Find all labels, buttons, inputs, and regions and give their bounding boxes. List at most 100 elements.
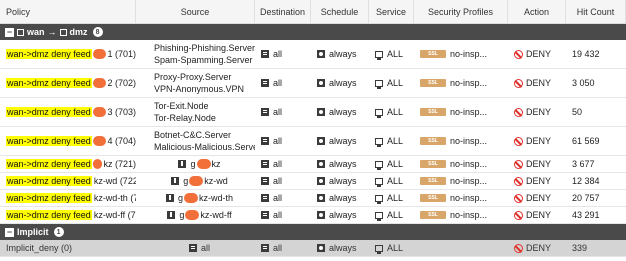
- col-header-schedule[interactable]: Schedule: [311, 0, 369, 23]
- address-icon: [261, 160, 269, 168]
- policy-cell[interactable]: wan->dmz deny feed kz-wd-th (723): [0, 190, 136, 206]
- interface-icon: [59, 28, 67, 36]
- source-value: g: [190, 159, 196, 169]
- schedule-icon: [317, 137, 325, 145]
- table-row-implicit[interactable]: Implicit_deny (0) all all always ALL DEN…: [0, 240, 626, 257]
- destination-cell: all: [255, 207, 311, 223]
- col-header-security-profiles[interactable]: Security Profiles: [414, 0, 508, 23]
- action-value: DENY: [526, 159, 552, 169]
- destination-value: all: [273, 243, 283, 253]
- source-value: kz: [211, 159, 221, 169]
- col-header-action[interactable]: Action: [508, 0, 566, 23]
- source-value: Phishing-Phishing.Server: [154, 43, 255, 53]
- schedule-value: always: [329, 176, 357, 186]
- col-header-source[interactable]: Source: [136, 0, 255, 23]
- service-cell: ALL: [369, 69, 414, 97]
- address-icon: [261, 194, 269, 202]
- source-cell: g kz: [136, 156, 255, 172]
- deny-icon: [514, 210, 523, 220]
- table-row[interactable]: wan->dmz deny feed 3 (703) Tor-Exit.Node…: [0, 98, 626, 127]
- schedule-cell: always: [311, 69, 369, 97]
- deny-icon: [514, 78, 523, 88]
- policy-id: kz (721): [103, 159, 136, 169]
- table-row[interactable]: wan->dmz deny feed kz-wd (722) g kz-wd a…: [0, 173, 626, 190]
- policy-name: wan->dmz deny feed: [6, 210, 92, 220]
- action-value: DENY: [526, 107, 552, 117]
- action-cell: DENY: [508, 69, 566, 97]
- policy-cell[interactable]: wan->dmz deny feed 4 (704): [0, 127, 136, 155]
- service-cell: ALL: [369, 190, 414, 206]
- hit-count: 12 384: [572, 176, 600, 186]
- policy-cell[interactable]: wan->dmz deny feed kz-wd (722): [0, 173, 136, 189]
- source-value: Botnet-C&C.Server: [154, 130, 232, 140]
- deny-icon: [514, 107, 523, 117]
- table-row[interactable]: wan->dmz deny feed kz-wd-ff (724) g kz-w…: [0, 207, 626, 224]
- service-value: ALL: [387, 210, 404, 220]
- policy-cell[interactable]: wan->dmz deny feed 1 (701): [0, 40, 136, 68]
- policy-id: kz-wd-th (723): [93, 193, 136, 203]
- policy-cell[interactable]: wan->dmz deny feed kz (721): [0, 156, 136, 172]
- action-value: DENY: [526, 210, 552, 220]
- policy-name: wan->dmz deny feed: [6, 193, 92, 203]
- action-cell: DENY: [508, 240, 566, 256]
- table-row[interactable]: wan->dmz deny feed 1 (701) Phishing-Phis…: [0, 40, 626, 69]
- policy-cell[interactable]: wan->dmz deny feed kz-wd-ff (724): [0, 207, 136, 223]
- policy-cell[interactable]: wan->dmz deny feed 2 (702): [0, 69, 136, 97]
- destination-value: all: [273, 176, 283, 186]
- policy-cell[interactable]: wan->dmz deny feed 3 (703): [0, 98, 136, 126]
- schedule-icon: [317, 50, 325, 58]
- service-value: ALL: [387, 176, 404, 186]
- collapse-icon[interactable]: −: [5, 27, 14, 37]
- source-cell: Tor-Exit.Node Tor-Relay.Node: [136, 98, 255, 126]
- collapse-icon[interactable]: −: [5, 227, 14, 237]
- table-row[interactable]: wan->dmz deny feed 2 (702) Proxy-Proxy.S…: [0, 69, 626, 98]
- source-value: g: [177, 193, 183, 203]
- policy-name: wan->dmz deny feed: [6, 136, 92, 146]
- destination-cell: all: [255, 173, 311, 189]
- destination-value: all: [273, 193, 283, 203]
- col-header-service[interactable]: Service: [369, 0, 414, 23]
- policy-name: wan->dmz deny feed: [6, 49, 92, 59]
- schedule-value: always: [329, 136, 357, 146]
- service-value: ALL: [387, 107, 404, 117]
- table-row[interactable]: wan->dmz deny feed kz-wd-th (723) g kz-w…: [0, 190, 626, 207]
- address-icon: [261, 244, 269, 252]
- profiles-cell: SSL no-insp...: [414, 127, 508, 155]
- profile-value: no-insp...: [450, 107, 488, 117]
- section-wan-dmz[interactable]: − wan → dmz 8: [0, 24, 626, 40]
- service-icon: [375, 108, 383, 118]
- table-row[interactable]: wan->dmz deny feed 4 (704) Botnet-C&C.Se…: [0, 127, 626, 156]
- profiles-cell: SSL no-insp...: [414, 190, 508, 206]
- service-icon: [375, 79, 383, 89]
- user-group-icon: [171, 177, 180, 185]
- hit-count: 43 291: [572, 210, 600, 220]
- action-cell: DENY: [508, 156, 566, 172]
- col-header-policy[interactable]: Policy: [0, 0, 136, 23]
- col-header-hit-count[interactable]: Hit Count: [566, 0, 626, 23]
- schedule-cell: always: [311, 98, 369, 126]
- user-group-icon: [178, 160, 187, 168]
- service-value: ALL: [387, 159, 404, 169]
- policy-id: kz-wd (722): [93, 176, 136, 186]
- source-cell: Phishing-Phishing.Server Spam-Spamming.S…: [136, 40, 255, 68]
- address-icon: [261, 177, 269, 185]
- schedule-value: always: [329, 210, 357, 220]
- profile-value: no-insp...: [450, 136, 488, 146]
- source-value: Spam-Spamming.Server: [154, 55, 253, 65]
- section-implicit[interactable]: − Implicit 1: [0, 224, 626, 240]
- ssl-badge: SSL: [420, 137, 446, 145]
- col-header-destination[interactable]: Destination: [255, 0, 311, 23]
- schedule-cell: always: [311, 207, 369, 223]
- schedule-cell: always: [311, 40, 369, 68]
- ssl-badge: SSL: [420, 79, 446, 87]
- source-value: Malicious-Malicious.Server: [154, 142, 255, 152]
- interface-icon: [17, 28, 24, 36]
- deny-icon: [514, 176, 523, 186]
- profile-value: no-insp...: [450, 210, 488, 220]
- source-value: all: [200, 243, 210, 253]
- source-cell: g kz-wd: [136, 173, 255, 189]
- table-row[interactable]: wan->dmz deny feed kz (721) g kz all alw…: [0, 156, 626, 173]
- address-icon: [261, 137, 269, 145]
- source-value: VPN-Anonymous.VPN: [154, 84, 245, 94]
- source-cell: g kz-wd-th: [136, 190, 255, 206]
